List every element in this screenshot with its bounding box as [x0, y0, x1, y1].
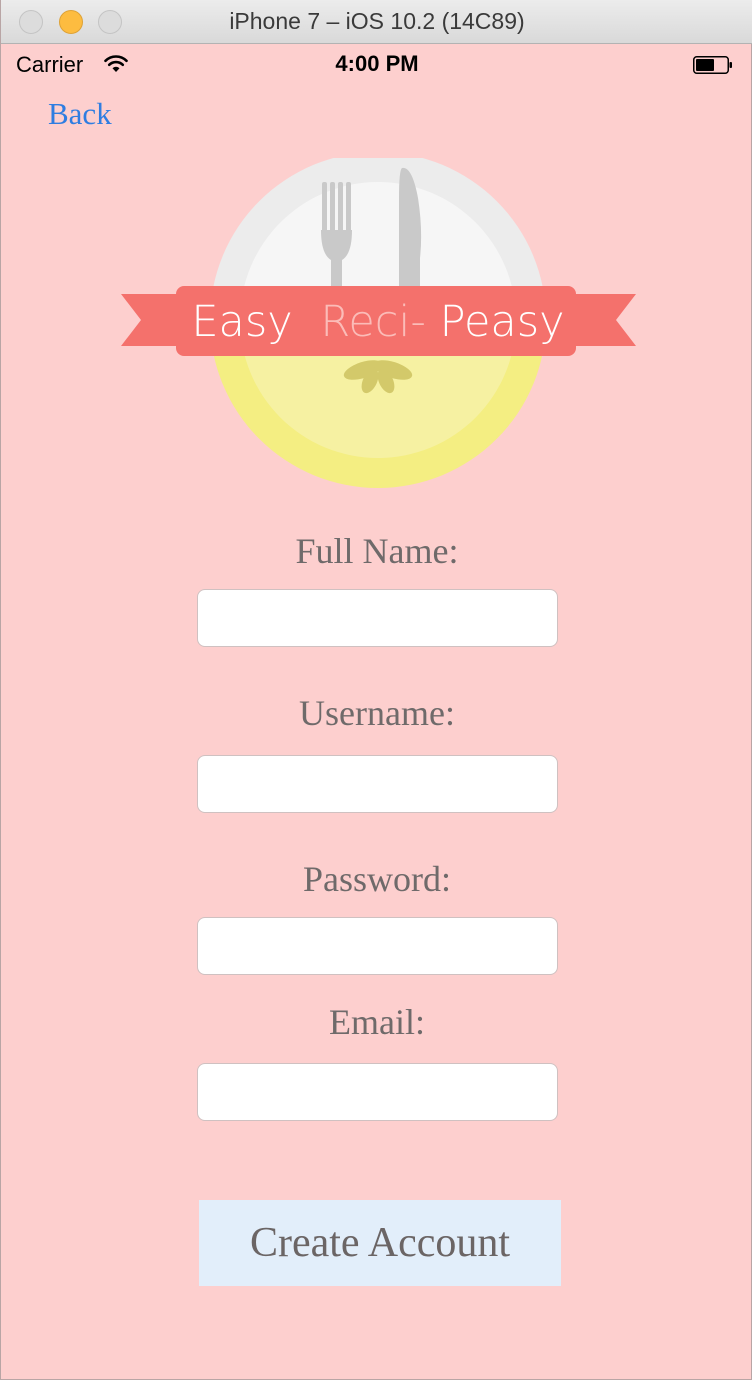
create-account-button[interactable]: Create Account [199, 1200, 561, 1286]
app-logo: Easy Reci- Peasy [121, 158, 636, 488]
logo-word-easy: Easy [191, 297, 292, 347]
ios-status-bar: Carrier 4:00 PM [1, 44, 752, 86]
logo-wordmark: Easy Reci- Peasy [191, 297, 564, 347]
username-field[interactable] [197, 755, 558, 813]
status-time: 4:00 PM [335, 51, 419, 76]
password-field[interactable] [197, 917, 558, 975]
full-name-label: Full Name: [295, 531, 459, 571]
logo-word-peasy: Peasy [440, 297, 565, 347]
window-titlebar: iPhone 7 – iOS 10.2 (14C89) [1, 0, 752, 44]
email-label: Email: [329, 1002, 425, 1042]
password-label: Password: [302, 859, 451, 899]
simulator-window: iPhone 7 – iOS 10.2 (14C89) Carrier 4:00… [0, 0, 752, 1380]
logo-word-reci: Reci- [320, 297, 426, 347]
username-label: Username: [299, 693, 455, 733]
back-button[interactable]: Back [48, 96, 112, 132]
email-field[interactable] [197, 1063, 558, 1121]
window-title: iPhone 7 – iOS 10.2 (14C89) [229, 8, 525, 34]
full-name-field[interactable] [197, 589, 558, 647]
battery-icon [693, 56, 732, 74]
